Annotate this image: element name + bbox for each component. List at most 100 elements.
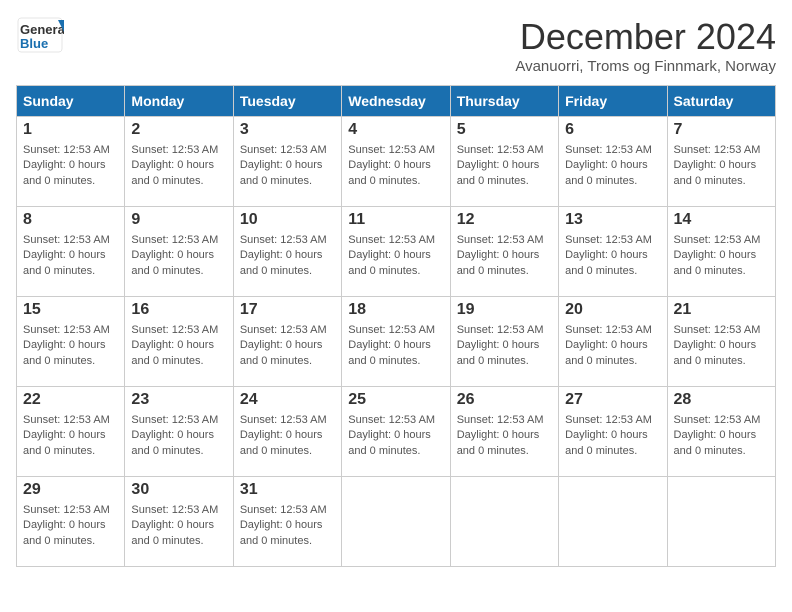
- day-number: 15: [23, 301, 118, 319]
- calendar-cell: 18 Sunset: 12:53 AM Daylight: 0 hours and…: [342, 297, 450, 387]
- day-number: 25: [348, 391, 443, 409]
- day-info: Sunset: 12:53 AM Daylight: 0 hours and 0…: [23, 233, 118, 279]
- calendar-cell: 13 Sunset: 12:53 AM Daylight: 0 hours and…: [559, 207, 667, 297]
- day-info: Sunset: 12:53 AM Daylight: 0 hours and 0…: [348, 143, 443, 189]
- day-number: 19: [457, 301, 552, 319]
- header-monday: Monday: [125, 86, 233, 117]
- day-number: 27: [565, 391, 660, 409]
- calendar-cell: 30 Sunset: 12:53 AM Daylight: 0 hours and…: [125, 477, 233, 567]
- day-number: 12: [457, 211, 552, 229]
- day-info: Sunset: 12:53 AM Daylight: 0 hours and 0…: [457, 413, 552, 459]
- day-number: 3: [240, 121, 335, 139]
- calendar-cell: 17 Sunset: 12:53 AM Daylight: 0 hours and…: [233, 297, 341, 387]
- day-number: 26: [457, 391, 552, 409]
- day-number: 23: [131, 391, 226, 409]
- header-sunday: Sunday: [17, 86, 125, 117]
- day-number: 1: [23, 121, 118, 139]
- day-number: 6: [565, 121, 660, 139]
- calendar-cell: 11 Sunset: 12:53 AM Daylight: 0 hours and…: [342, 207, 450, 297]
- header-saturday: Saturday: [667, 86, 775, 117]
- day-info: Sunset: 12:53 AM Daylight: 0 hours and 0…: [240, 323, 335, 369]
- day-info: Sunset: 12:53 AM Daylight: 0 hours and 0…: [23, 503, 118, 549]
- calendar-cell: 20Sunset: 12:53 AM Daylight: 0 hours and…: [559, 297, 667, 387]
- day-info: Sunset: 12:53 AM Daylight: 0 hours and 0…: [240, 233, 335, 279]
- day-number: 10: [240, 211, 335, 229]
- day-info: Sunset: 12:53 AM Daylight: 0 hours and 0…: [240, 143, 335, 189]
- calendar-cell: 14 Sunset: 12:53 AM Daylight: 0 hours and…: [667, 207, 775, 297]
- day-number: 5: [457, 121, 552, 139]
- day-number: 14: [674, 211, 769, 229]
- day-info: Sunset: 12:53 AM Daylight: 0 hours and 0…: [565, 233, 660, 279]
- day-number: 2: [131, 121, 226, 139]
- day-info: Sunset: 12:53 AM Daylight: 0 hours and 0…: [348, 233, 443, 279]
- calendar-cell: 31 Sunset: 12:53 AM Daylight: 0 hours and…: [233, 477, 341, 567]
- calendar-cell: 16Sunset: 12:53 AM Daylight: 0 hours and…: [125, 297, 233, 387]
- day-info: Sunset: 12:53 AM Daylight: 0 hours and 0…: [348, 323, 443, 369]
- calendar-week-3: 15 Sunset: 12:53 AM Daylight: 0 hours and…: [17, 297, 776, 387]
- day-info: Sunset: 12:53 AM Daylight: 0 hours and 0…: [131, 413, 226, 459]
- logo-icon: General Blue: [16, 16, 64, 54]
- day-number: 4: [348, 121, 443, 139]
- calendar-week-5: 29 Sunset: 12:53 AM Daylight: 0 hours and…: [17, 477, 776, 567]
- location-subtitle: Avanuorri, Troms og Finnmark, Norway: [515, 58, 776, 75]
- header-thursday: Thursday: [450, 86, 558, 117]
- day-info: Sunset: 12:53 AM Daylight: 0 hours and 0…: [674, 413, 769, 459]
- calendar-cell: [450, 477, 558, 567]
- day-number: 24: [240, 391, 335, 409]
- day-number: 18: [348, 301, 443, 319]
- day-info: Sunset: 12:53 AM Daylight: 0 hours and 0…: [23, 143, 118, 189]
- day-info: Sunset: 12:53 AM Daylight: 0 hours and 0…: [23, 413, 118, 459]
- day-info: Sunset: 12:53 AM Daylight: 0 hours and 0…: [131, 503, 226, 549]
- day-info: Sunset: 12:53 AM Daylight: 0 hours and 0…: [131, 143, 226, 189]
- day-number: 20: [565, 301, 660, 319]
- calendar-cell: 2 Sunset: 12:53 AM Daylight: 0 hours and …: [125, 117, 233, 207]
- header: General Blue December 2024 Avanuorri, Tr…: [16, 16, 776, 75]
- calendar-cell: 8 Sunset: 12:53 AM Daylight: 0 hours and …: [17, 207, 125, 297]
- calendar-cell: 3 Sunset: 12:53 AM Daylight: 0 hours and …: [233, 117, 341, 207]
- day-number: 8: [23, 211, 118, 229]
- day-info: Sunset: 12:53 AM Daylight: 0 hours and 0…: [23, 323, 118, 369]
- calendar-week-2: 8 Sunset: 12:53 AM Daylight: 0 hours and …: [17, 207, 776, 297]
- calendar-cell: 10 Sunset: 12:53 AM Daylight: 0 hours and…: [233, 207, 341, 297]
- calendar-cell: 21Sunset: 12:53 AM Daylight: 0 hours and…: [667, 297, 775, 387]
- svg-text:General: General: [20, 22, 64, 37]
- calendar-cell: 5Sunset: 12:53 AM Daylight: 0 hours and …: [450, 117, 558, 207]
- day-info: Sunset: 12:53 AM Daylight: 0 hours and 0…: [674, 233, 769, 279]
- day-number: 17: [240, 301, 335, 319]
- day-number: 31: [240, 481, 335, 499]
- calendar-cell: 15 Sunset: 12:53 AM Daylight: 0 hours and…: [17, 297, 125, 387]
- header-wednesday: Wednesday: [342, 86, 450, 117]
- day-info: Sunset: 12:53 AM Daylight: 0 hours and 0…: [674, 143, 769, 189]
- day-number: 11: [348, 211, 443, 229]
- calendar-cell: [559, 477, 667, 567]
- calendar-cell: 22 Sunset: 12:53 AM Daylight: 0 hours and…: [17, 387, 125, 477]
- day-number: 28: [674, 391, 769, 409]
- day-info: Sunset: 12:53 AM Daylight: 0 hours and 0…: [240, 413, 335, 459]
- day-number: 30: [131, 481, 226, 499]
- calendar-cell: [342, 477, 450, 567]
- calendar-table: Sunday Monday Tuesday Wednesday Thursday…: [16, 85, 776, 567]
- calendar-week-4: 22 Sunset: 12:53 AM Daylight: 0 hours and…: [17, 387, 776, 477]
- day-info: Sunset: 12:53 AM Daylight: 0 hours and 0…: [240, 503, 335, 549]
- title-section: December 2024 Avanuorri, Troms og Finnma…: [515, 16, 776, 75]
- calendar-cell: 9Sunset: 12:53 AM Daylight: 0 hours and …: [125, 207, 233, 297]
- day-info: Sunset: 12:53 AM Daylight: 0 hours and 0…: [674, 323, 769, 369]
- calendar-cell: 28 Sunset: 12:53 AM Daylight: 0 hours and…: [667, 387, 775, 477]
- calendar-cell: 24 Sunset: 12:53 AM Daylight: 0 hours and…: [233, 387, 341, 477]
- day-number: 16: [131, 301, 226, 319]
- day-number: 7: [674, 121, 769, 139]
- calendar-cell: 27Sunset: 12:53 AM Daylight: 0 hours and…: [559, 387, 667, 477]
- day-info: Sunset: 12:53 AM Daylight: 0 hours and 0…: [457, 233, 552, 279]
- calendar-cell: 12 Sunset: 12:53 AM Daylight: 0 hours and…: [450, 207, 558, 297]
- day-number: 22: [23, 391, 118, 409]
- calendar-cell: [667, 477, 775, 567]
- svg-text:Blue: Blue: [20, 36, 48, 51]
- day-number: 13: [565, 211, 660, 229]
- day-info: Sunset: 12:53 AM Daylight: 0 hours and 0…: [131, 233, 226, 279]
- logo: General Blue: [16, 16, 64, 54]
- day-info: Sunset: 12:53 AM Daylight: 0 hours and 0…: [348, 413, 443, 459]
- day-info: Sunset: 12:53 AM Daylight: 0 hours and 0…: [565, 143, 660, 189]
- day-number: 29: [23, 481, 118, 499]
- calendar-cell: 19Sunset: 12:53 AM Daylight: 0 hours and…: [450, 297, 558, 387]
- calendar-cell: 23 Sunset: 12:53 AM Daylight: 0 hours and…: [125, 387, 233, 477]
